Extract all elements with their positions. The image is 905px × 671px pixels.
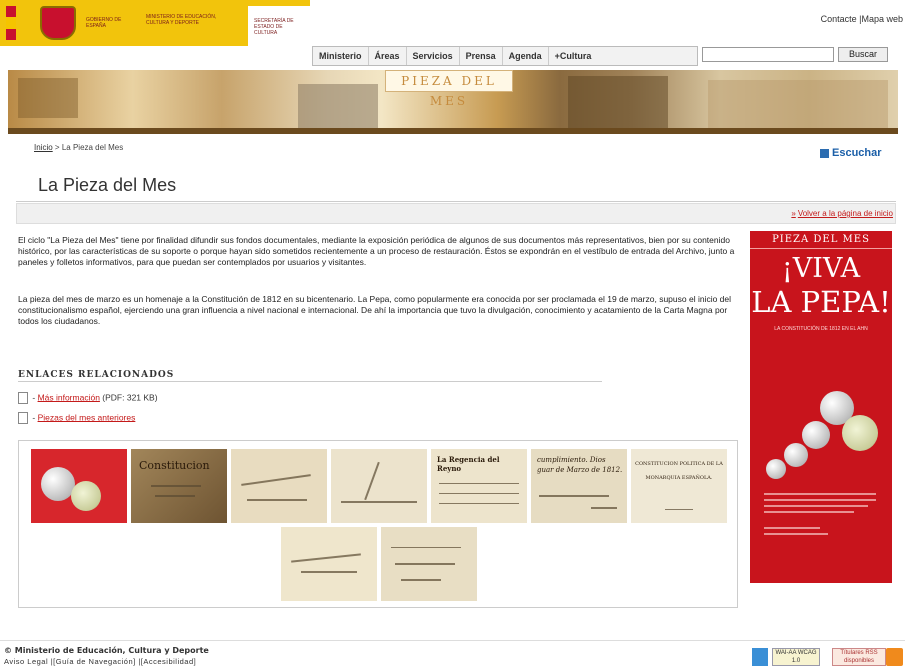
gallery-thumb[interactable]: cumplimiento. Dios guar de Marzo de 1812… xyxy=(531,449,627,523)
top-links: Contacte |Mapa web xyxy=(821,14,903,24)
banner-strip xyxy=(8,128,898,134)
page-title: La Pieza del Mes xyxy=(38,175,177,195)
thumb-caption: La Regencia del Reyno xyxy=(437,455,500,473)
coin-image xyxy=(71,481,101,511)
coin-image xyxy=(842,415,878,451)
featured-poster[interactable]: PIEZA DEL MES ¡VIVA LA PEPA! LA CONSTITU… xyxy=(750,231,892,583)
file-info: (PDF: 321 KB) xyxy=(99,392,158,403)
divider xyxy=(18,381,602,382)
related-item: - Más información (PDF: 321 KB) xyxy=(18,392,158,404)
intro-paragraph: El ciclo "La Pieza del Mes" tiene por fi… xyxy=(18,235,735,267)
gallery-thumb[interactable] xyxy=(31,449,127,523)
thumb-caption: CONSTITUCION POLITICA DE LA MONARQUIA ES… xyxy=(635,461,723,481)
coat-of-arms-icon xyxy=(40,6,76,40)
gallery-thumb[interactable] xyxy=(231,449,327,523)
gallery-thumb[interactable] xyxy=(381,527,477,601)
coin-image xyxy=(41,467,75,501)
twitter-icon[interactable] xyxy=(752,648,768,666)
previous-pieces-link[interactable]: Piezas del mes anteriores xyxy=(38,412,136,422)
poster-heading: PIEZA DEL MES xyxy=(772,234,870,245)
listen-label: Escuchar xyxy=(832,147,882,159)
tool-bar xyxy=(16,203,896,224)
government-label: GOBIERNO DE ESPAÑA xyxy=(86,17,122,29)
rss-icon[interactable] xyxy=(886,648,903,666)
gallery-thumb[interactable]: La Regencia del Reyno xyxy=(431,449,527,523)
secretariat-label[interactable]: SECRETARÍA DE ESTADO DE CULTURA xyxy=(254,18,302,36)
breadcrumb-home-link[interactable]: Inicio xyxy=(34,143,53,152)
accessibility-link[interactable]: Accesibilidad xyxy=(143,657,193,666)
coin-image xyxy=(802,421,830,449)
gallery-thumb[interactable]: Constitucion xyxy=(131,449,227,523)
pdf-icon xyxy=(18,392,28,404)
search-button[interactable]: Buscar xyxy=(838,47,888,62)
poster-title-line2: LA PEPA! xyxy=(751,285,891,319)
divider xyxy=(750,248,892,249)
breadcrumb-separator: > xyxy=(54,143,60,152)
document-icon xyxy=(18,412,28,424)
secretariat-block: SECRETARÍA DE ESTADO DE CULTURA xyxy=(248,6,310,46)
divider xyxy=(0,640,905,641)
wai-aa-badge[interactable]: WAI-AA WCAG 1.0 xyxy=(772,648,820,666)
nav-areas[interactable]: Áreas xyxy=(369,47,407,65)
nav-servicios[interactable]: Servicios xyxy=(407,47,460,65)
banner-script-image xyxy=(708,80,888,128)
spain-flag-icon xyxy=(6,6,16,40)
sitemap-link[interactable]: Mapa web xyxy=(861,14,903,24)
gallery-thumb[interactable]: CONSTITUCION POLITICA DE LA MONARQUIA ES… xyxy=(631,449,727,523)
nav-prensa[interactable]: Prensa xyxy=(460,47,503,65)
navigation-guide-link[interactable]: Guía de Navegación xyxy=(56,657,133,666)
poster-subtitle: LA CONSTITUCIÓN DE 1812 EN EL AHN xyxy=(774,326,868,332)
coin-image xyxy=(784,443,808,467)
footer-links: Aviso Legal |[Guía de Navegación] |[Acce… xyxy=(4,657,197,666)
banner-painting-image xyxy=(568,76,668,132)
listen-button[interactable]: Escuchar xyxy=(820,147,882,159)
banner-manuscript-image xyxy=(18,78,78,118)
search-input[interactable] xyxy=(702,47,834,62)
nav-ministerio[interactable]: Ministerio xyxy=(313,47,369,65)
main-nav: Ministerio Áreas Servicios Prensa Agenda… xyxy=(312,46,698,66)
poster-title-line1: ¡VIVA xyxy=(781,253,861,284)
back-to-home-link[interactable]: » Volver a la página de inicio xyxy=(791,209,893,218)
march-paragraph: La pieza del mes de marzo es un homenaje… xyxy=(18,294,732,326)
related-links-heading: ENLACES RELACIONADOS xyxy=(18,370,175,380)
speaker-icon xyxy=(820,148,829,158)
thumb-caption: Constitucion xyxy=(139,459,210,472)
nav-agenda[interactable]: Agenda xyxy=(503,47,549,65)
coin-image xyxy=(766,459,786,479)
legal-notice-link[interactable]: Aviso Legal xyxy=(4,657,48,666)
more-info-link[interactable]: Más información xyxy=(38,392,100,402)
banner-building-image xyxy=(298,84,378,128)
image-gallery: Constitucion La Regencia del Reyno cumpl… xyxy=(18,440,738,608)
banner-title: PIEZA DEL MES xyxy=(385,70,513,108)
header-banner: PIEZA DEL MES xyxy=(8,70,898,134)
ministry-label[interactable]: MINISTERIO DE EDUCACIÓN, CULTURA Y DEPOR… xyxy=(146,14,236,26)
double-arrow-icon: » xyxy=(791,209,796,218)
nav-mas-cultura[interactable]: +Cultura xyxy=(549,47,598,65)
back-link-label: Volver a la página de inicio xyxy=(797,209,893,218)
breadcrumb-current: La Pieza del Mes xyxy=(61,143,124,152)
breadcrumb: Inicio > La Pieza del Mes xyxy=(34,143,123,152)
gallery-thumb[interactable] xyxy=(281,527,377,601)
gallery-thumb[interactable] xyxy=(331,449,427,523)
footer-copyright: © Ministerio de Educación, Cultura y Dep… xyxy=(4,646,209,655)
divider xyxy=(16,201,896,202)
related-item: - Piezas del mes anteriores xyxy=(18,412,135,424)
rss-headlines-badge[interactable]: Títulares RSS disponibles xyxy=(832,648,886,666)
contact-link[interactable]: Contacte xyxy=(821,14,857,24)
thumb-caption: cumplimiento. Dios guar de Marzo de 1812… xyxy=(537,456,623,474)
